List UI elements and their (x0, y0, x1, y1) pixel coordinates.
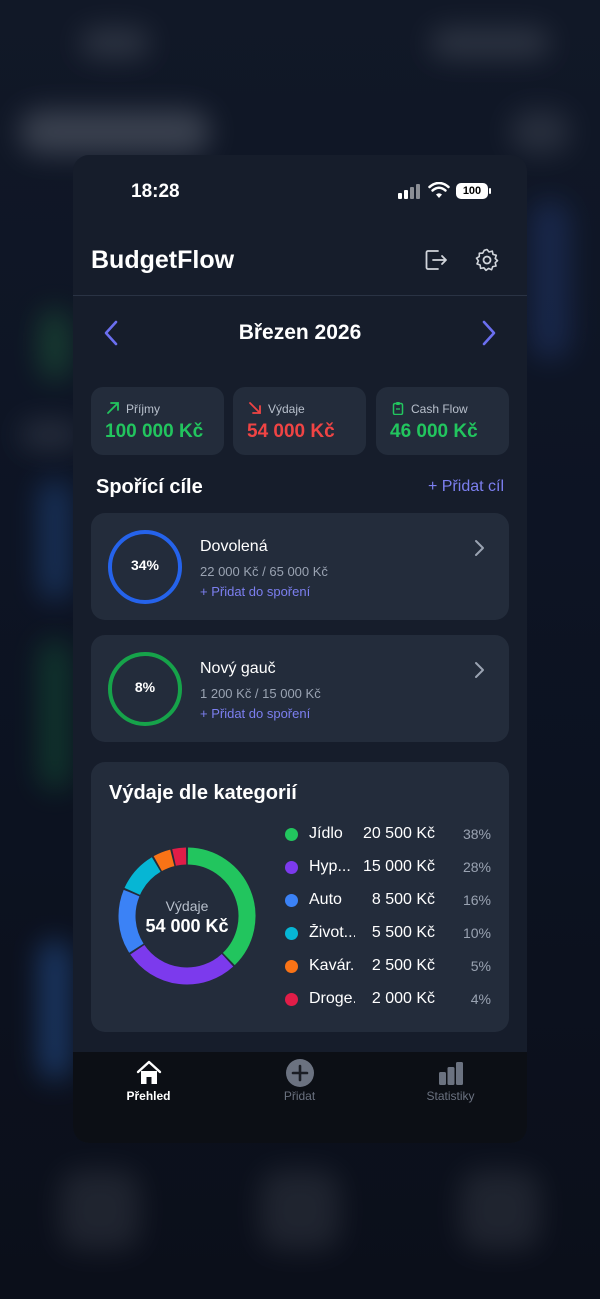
goal-name: Nový gauč (200, 660, 276, 677)
tab-statistics[interactable]: Statistiky (375, 1052, 526, 1143)
category-legend-row[interactable]: Auto 8 500 Kč 16% (285, 891, 499, 911)
income-summary-card[interactable]: Příjmy 100 000 Kč (91, 387, 224, 455)
category-legend-row[interactable]: Droge... 2 000 Kč 4% (285, 990, 499, 1010)
category-amount: 15 000 Kč (362, 858, 435, 875)
arrow-down-right-icon (249, 402, 261, 414)
chevron-right-icon[interactable] (477, 319, 499, 347)
donut-slice (153, 849, 175, 872)
arrow-up-right-icon (107, 402, 119, 414)
add-goal-button[interactable]: + Přidat cíl (428, 478, 504, 496)
donut-center-value: 54 000 Kč (145, 916, 229, 936)
category-color-dot (285, 927, 298, 940)
category-name: Život... (309, 924, 355, 941)
category-percent: 28% (462, 859, 491, 875)
category-legend-row[interactable]: Jídlo 20 500 Kč 38% (285, 825, 499, 845)
category-card-title: Výdaje dle kategorií (109, 782, 297, 804)
goal-amount: 1 200 Kč / 15 000 Kč (200, 686, 321, 701)
category-name: Kavár... (309, 957, 355, 974)
donut-slice (124, 857, 161, 896)
status-bar: 18:28 100 (73, 155, 527, 225)
category-legend-row[interactable]: Život... 5 500 Kč 10% (285, 924, 499, 944)
category-percent: 4% (470, 991, 491, 1007)
status-time: 18:28 (131, 181, 180, 202)
goal-amount: 22 000 Kč / 65 000 Kč (200, 564, 328, 579)
cashflow-summary-card[interactable]: Cash Flow 46 000 Kč (376, 387, 509, 455)
tab-add[interactable]: Přidat (224, 1052, 375, 1143)
logout-icon[interactable] (423, 247, 449, 273)
plus-circle-icon (286, 1059, 314, 1087)
goal-percent: 34% (130, 557, 160, 573)
expense-label: Výdaje (268, 402, 305, 416)
bottom-tab-bar: Přehled Přidat Statistiky (73, 1052, 527, 1143)
donut-center-label: Výdaje (165, 898, 209, 914)
home-icon (136, 1060, 162, 1084)
category-color-dot (285, 894, 298, 907)
tab-label: Statistiky (426, 1089, 475, 1103)
category-expenses-card: Výdaje dle kategorií Výdaje 54 000 Kč Jí… (91, 762, 509, 1032)
category-legend-row[interactable]: Hyp... 15 000 Kč 28% (285, 858, 499, 878)
month-navigator: Březen 2026 (73, 297, 527, 369)
month-label: Březen 2026 (238, 321, 362, 344)
chevron-right-icon[interactable] (471, 661, 487, 679)
add-to-savings-link[interactable]: + Přidat do spoření (200, 584, 310, 599)
expense-value: 54 000 Kč (247, 421, 335, 442)
category-color-dot (285, 960, 298, 973)
category-color-dot (285, 861, 298, 874)
category-amount: 5 500 Kč (371, 924, 435, 941)
category-percent: 38% (462, 826, 491, 842)
savings-goal-card[interactable]: 34% Dovolená 22 000 Kč / 65 000 Kč + Při… (91, 513, 509, 620)
category-amount: 2 000 Kč (371, 990, 435, 1007)
add-to-savings-link[interactable]: + Přidat do spoření (200, 706, 310, 721)
category-percent: 16% (462, 892, 491, 908)
category-name: Jídlo (309, 825, 343, 842)
expense-summary-card[interactable]: Výdaje 54 000 Kč (233, 387, 366, 455)
tab-overview[interactable]: Přehled (73, 1052, 224, 1143)
cellular-signal-icon (398, 183, 422, 199)
gear-icon[interactable] (474, 247, 500, 273)
goal-progress-ring: 34% (108, 530, 182, 604)
battery-indicator: 100 (456, 183, 491, 199)
category-legend-row[interactable]: Kavár... 2 500 Kč 5% (285, 957, 499, 977)
cashflow-label: Cash Flow (411, 402, 468, 416)
app-preview-window: 18:28 100 BudgetFlow Březen 2026 Příjmy … (73, 155, 527, 1143)
wifi-icon (428, 182, 450, 198)
savings-goal-card[interactable]: 8% Nový gauč 1 200 Kč / 15 000 Kč + Přid… (91, 635, 509, 742)
category-color-dot (285, 993, 298, 1006)
income-label: Příjmy (126, 402, 160, 416)
category-color-dot (285, 828, 298, 841)
chevron-right-icon[interactable] (471, 539, 487, 557)
tab-label: Přehled (126, 1089, 171, 1103)
category-percent: 10% (462, 925, 491, 941)
cashflow-value: 46 000 Kč (390, 421, 478, 442)
category-percent: 5% (470, 958, 491, 974)
category-name: Auto (309, 891, 342, 908)
goal-progress-ring: 8% (108, 652, 182, 726)
app-header: BudgetFlow (73, 225, 527, 296)
category-amount: 8 500 Kč (371, 891, 435, 908)
tab-label: Přidat (283, 1089, 316, 1103)
category-name: Hyp... (309, 858, 351, 875)
donut-slice (130, 944, 234, 985)
category-amount: 20 500 Kč (362, 825, 435, 842)
clipboard-icon (392, 402, 404, 415)
category-amount: 2 500 Kč (371, 957, 435, 974)
goal-name: Dovolená (200, 538, 268, 555)
savings-section-title: Spořící cíle (96, 476, 203, 498)
category-name: Droge... (309, 990, 355, 1007)
donut-slice (172, 847, 187, 866)
income-value: 100 000 Kč (105, 421, 204, 442)
app-title: BudgetFlow (91, 246, 235, 274)
goal-percent: 8% (134, 679, 156, 695)
bar-chart-icon (439, 1062, 463, 1085)
